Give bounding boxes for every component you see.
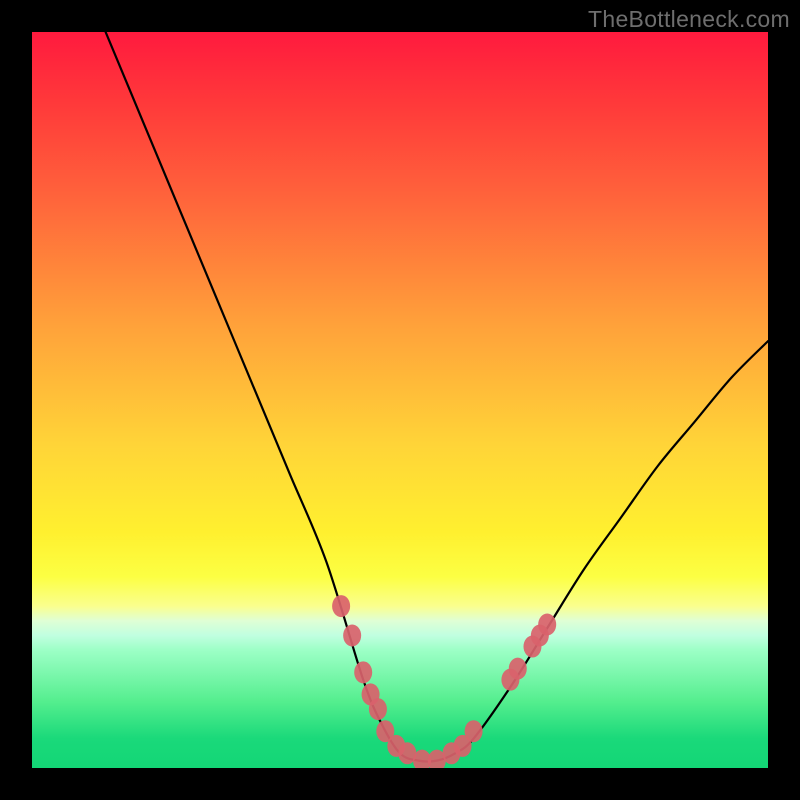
curve-marker [413,750,431,768]
curve-marker [465,720,483,742]
bottleneck-curve [106,32,768,762]
curve-marker [362,683,380,705]
curve-marker [343,625,361,647]
curve-marker [523,636,541,658]
curve-marker [509,658,527,680]
curve-marker [538,613,556,635]
curve-marker [454,735,472,757]
curve-layer [32,32,768,768]
curve-marker [398,742,416,764]
curve-marker [354,661,372,683]
curve-marker [443,742,461,764]
curve-marker [501,669,519,691]
curve-marker [332,595,350,617]
chart-frame: TheBottleneck.com [0,0,800,800]
curve-marker [376,720,394,742]
plot-area [32,32,768,768]
curve-markers [332,595,556,768]
watermark-text: TheBottleneck.com [588,6,790,33]
curve-marker [369,698,387,720]
curve-marker [428,750,446,768]
curve-marker [531,625,549,647]
curve-marker [387,735,405,757]
